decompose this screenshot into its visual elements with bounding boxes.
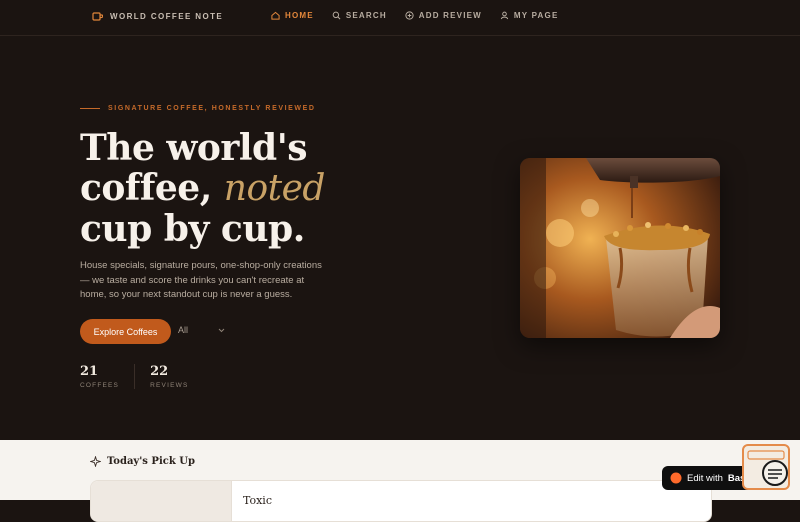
chat-widget-button[interactable] (742, 444, 790, 490)
plus-circle-icon (405, 11, 414, 20)
headline-line-2-text: coffee, (80, 167, 224, 209)
nav-search[interactable]: SEARCH (332, 11, 387, 20)
category-filter[interactable]: All (178, 325, 225, 335)
sparkle-icon (90, 456, 101, 467)
eyebrow: SIGNATURE COFFEE, HONESTLY REVIEWED (80, 105, 316, 112)
main-nav: HOME SEARCH ADD REVIEW MY PAGE (271, 11, 558, 20)
stat-reviews: 22 REVIEWS (134, 364, 203, 389)
stat-reviews-value: 22 (150, 364, 169, 379)
stat-coffees-value: 21 (80, 364, 99, 379)
pick-up-card[interactable]: Toxic (90, 480, 712, 522)
eyebrow-text: SIGNATURE COFFEE, HONESTLY REVIEWED (108, 105, 316, 112)
nav-home[interactable]: HOME (271, 11, 314, 20)
stat-reviews-label: REVIEWS (150, 382, 189, 389)
stats: 21 COFFEES 22 REVIEWS (80, 364, 204, 389)
headline-accent-word: noted (223, 168, 326, 209)
eyebrow-rule (80, 108, 100, 109)
pick-up-heading: Today's Pick Up (90, 456, 195, 467)
coffee-photo-illustration (520, 158, 720, 338)
hero-section: SIGNATURE COFFEE, HONESTLY REVIEWED The … (0, 36, 800, 440)
nav-home-label: HOME (285, 11, 314, 20)
brand[interactable]: WORLD COFFEE NOTE (92, 11, 223, 21)
headline-line-2: coffee, noted (80, 168, 325, 209)
nav-add-review-label: ADD REVIEW (418, 11, 482, 20)
explore-coffees-button[interactable]: Explore Coffees (80, 319, 171, 344)
pick-up-title: Today's Pick Up (107, 456, 195, 467)
stat-coffees-label: COFFEES (80, 382, 120, 389)
stat-coffees: 21 COFFEES (80, 364, 134, 389)
chat-widget-icon (747, 450, 788, 486)
card-title: Toxic (243, 494, 272, 507)
hero-description: House specials, signature pours, one-sho… (80, 260, 322, 300)
home-icon (271, 11, 280, 20)
nav-my-page-label: MY PAGE (513, 11, 559, 20)
nav-search-label: SEARCH (345, 11, 387, 20)
brand-name: WORLD COFFEE NOTE (110, 11, 224, 21)
badge-prefix: Edit with (687, 472, 723, 484)
top-navigation: WORLD COFFEE NOTE HOME SEARCH ADD REVIEW… (0, 0, 800, 36)
headline-line-3: cup by cup. (80, 208, 305, 250)
base44-logo-icon (670, 472, 682, 484)
nav-add-review[interactable]: ADD REVIEW (405, 11, 482, 20)
coffee-cup-icon (92, 12, 103, 21)
user-icon (500, 11, 509, 20)
hero-coffee-photo (520, 158, 720, 338)
nav-my-page[interactable]: MY PAGE (500, 11, 559, 20)
search-icon (332, 11, 341, 20)
chevron-down-icon (218, 328, 225, 332)
card-thumbnail (91, 481, 232, 521)
headline-line-1: The world's (80, 127, 308, 169)
filter-value: All (178, 325, 189, 335)
hero-headline: The world's coffee, noted cup by cup. (80, 128, 325, 249)
